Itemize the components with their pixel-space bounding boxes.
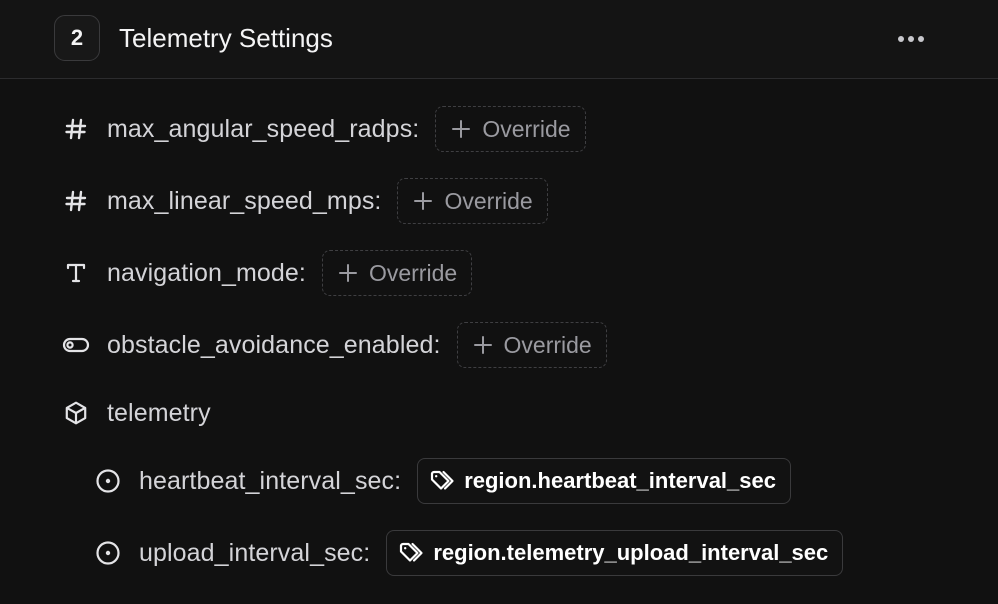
group-row-telemetry[interactable]: telemetry — [62, 389, 211, 437]
tags-icon — [430, 468, 456, 494]
field-name: navigation_mode: — [107, 258, 306, 287]
override-label: Override — [444, 187, 533, 214]
more-options-button[interactable] — [890, 24, 932, 54]
field-row-max-linear-speed: max_linear_speed_mps: Override — [62, 177, 548, 225]
field-row-navigation-mode: navigation_mode: Override — [62, 249, 473, 297]
tags-icon — [399, 540, 425, 566]
step-number-badge: 2 — [54, 15, 100, 61]
text-type-icon — [62, 259, 90, 287]
field-name: max_angular_speed_radps: — [107, 114, 420, 143]
plus-icon — [450, 118, 472, 140]
child-row-upload-interval: upload_interval_sec: region.telemetry_up… — [94, 529, 844, 577]
override-label: Override — [503, 331, 592, 358]
override-button[interactable]: Override — [321, 250, 473, 296]
override-label: Override — [482, 115, 571, 142]
group-name: telemetry — [107, 398, 211, 427]
override-button[interactable]: Override — [397, 178, 548, 224]
hash-icon — [62, 115, 90, 143]
circle-dot-icon — [94, 539, 122, 567]
section-header: 2 Telemetry Settings — [0, 0, 998, 79]
reference-label: region.telemetry_upload_interval_sec — [433, 540, 829, 565]
hash-icon — [62, 187, 90, 215]
plus-icon — [472, 334, 494, 356]
field-name: upload_interval_sec: — [139, 538, 371, 567]
field-name: obstacle_avoidance_enabled: — [107, 330, 441, 359]
child-row-heartbeat-interval: heartbeat_interval_sec: region.heartbeat… — [94, 457, 791, 505]
plus-icon — [337, 262, 359, 284]
override-label: Override — [368, 259, 458, 286]
field-row-max-angular-speed: max_angular_speed_radps: Override — [62, 105, 586, 153]
reference-chip[interactable]: region.telemetry_upload_interval_sec — [386, 530, 844, 576]
reference-chip[interactable]: region.heartbeat_interval_sec — [417, 458, 791, 504]
more-horizontal-icon — [898, 36, 924, 42]
field-name: heartbeat_interval_sec: — [139, 466, 402, 495]
override-button[interactable]: Override — [435, 106, 586, 152]
toggle-icon — [62, 331, 90, 359]
field-row-obstacle-avoidance: obstacle_avoidance_enabled: Override — [62, 321, 607, 369]
cube-icon — [62, 399, 90, 427]
section-title: Telemetry Settings — [119, 23, 333, 53]
circle-dot-icon — [94, 467, 122, 495]
plus-icon — [412, 190, 434, 212]
field-name: max_linear_speed_mps: — [107, 186, 382, 215]
override-button[interactable]: Override — [456, 322, 607, 368]
reference-label: region.heartbeat_interval_sec — [464, 468, 776, 493]
